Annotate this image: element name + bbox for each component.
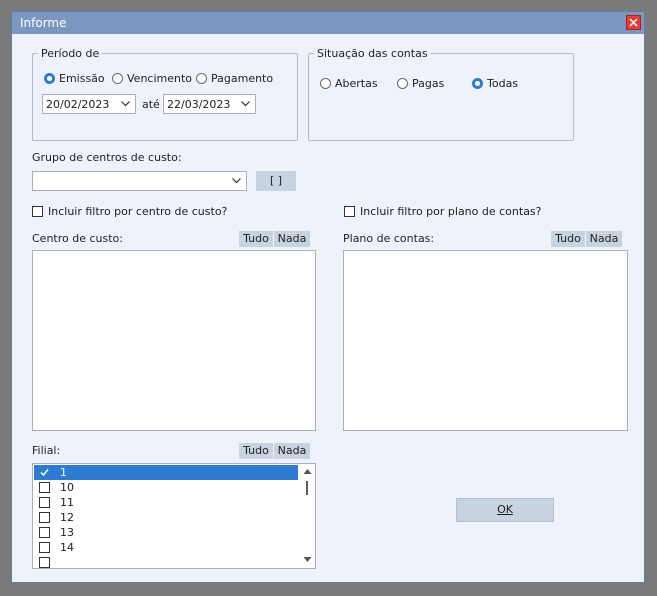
grupo-bracket-button[interactable]: [ ] xyxy=(256,171,296,191)
scrollbar-arrows-icon xyxy=(303,469,312,562)
filial-item-label: 11 xyxy=(60,496,74,509)
filtro-plano-label: Incluir filtro por plano de contas? xyxy=(360,205,542,218)
filial-checkbox[interactable] xyxy=(39,497,50,508)
radio-pagamento-label: Pagamento xyxy=(211,72,274,85)
filial-tudo-button[interactable]: Tudo xyxy=(239,443,273,459)
filial-item-label: 13 xyxy=(60,526,74,539)
radio-abertas-label: Abertas xyxy=(335,77,378,90)
plano-tudo-button[interactable]: Tudo xyxy=(551,231,585,247)
radio-todas-label: Todas xyxy=(487,77,519,90)
filial-checkbox[interactable] xyxy=(39,512,50,523)
radio-pagamento-indicator xyxy=(196,73,207,84)
grupo-select[interactable] xyxy=(32,171,247,191)
ok-button[interactable]: OK xyxy=(456,498,554,522)
filial-item-label: 14 xyxy=(60,541,74,554)
radio-pagas-label: Pagas xyxy=(412,77,445,90)
chevron-down-icon xyxy=(241,101,250,107)
filial-nada-button[interactable]: Nada xyxy=(274,443,310,459)
filial-row[interactable]: 13 xyxy=(34,525,298,540)
plano-contas-label: Plano de contas: xyxy=(343,232,435,245)
situacao-legend: Situação das contas xyxy=(317,47,428,60)
radio-pagas[interactable]: Pagas xyxy=(397,77,444,90)
filial-row[interactable]: 14 xyxy=(34,540,298,555)
radio-vencimento-label: Vencimento xyxy=(127,72,193,85)
date-from-picker[interactable]: 20/02/2023 xyxy=(42,94,136,114)
centro-custo-label: Centro de custo: xyxy=(32,232,123,245)
radio-pagamento[interactable]: Pagamento xyxy=(196,72,273,85)
radio-emissao[interactable]: Emissão xyxy=(44,72,105,85)
ate-label: até xyxy=(142,98,160,111)
filial-checkbox[interactable] xyxy=(39,542,50,553)
centro-nada-button[interactable]: Nada xyxy=(274,231,310,247)
close-button[interactable] xyxy=(626,15,641,30)
date-to-value: 22/03/2023 xyxy=(167,98,231,111)
window-title: Informe xyxy=(20,16,67,30)
centro-custo-list[interactable] xyxy=(32,250,316,431)
filtro-plano-box xyxy=(344,206,355,217)
filtro-plano-checkbox[interactable]: Incluir filtro por plano de contas? xyxy=(344,205,542,218)
filial-checkbox[interactable] xyxy=(39,557,50,568)
periodo-legend: Período de xyxy=(41,47,100,60)
filial-row[interactable]: 10 xyxy=(34,480,298,495)
grupo-label: Grupo de centros de custo: xyxy=(32,151,182,164)
filial-checkbox[interactable] xyxy=(39,467,50,478)
radio-todas-indicator xyxy=(472,78,483,89)
filial-item-label: 1 xyxy=(60,466,67,479)
filial-checkbox[interactable] xyxy=(39,482,50,493)
radio-emissao-label: Emissão xyxy=(59,72,105,85)
plano-nada-button[interactable]: Nada xyxy=(586,231,622,247)
filtro-centro-checkbox[interactable]: Incluir filtro por centro de custo? xyxy=(32,205,227,218)
checkmark-icon xyxy=(40,469,49,477)
title-bar[interactable]: Informe xyxy=(12,12,644,34)
radio-vencimento[interactable]: Vencimento xyxy=(112,72,192,85)
radio-emissao-indicator xyxy=(44,73,55,84)
filtro-centro-box xyxy=(32,206,43,217)
filial-scrollbar[interactable] xyxy=(301,465,314,567)
chevron-down-icon xyxy=(232,178,241,184)
report-dialog: Informe Período de Emissão Vencimento Pa… xyxy=(11,11,645,583)
filtro-centro-label: Incluir filtro por centro de custo? xyxy=(48,205,228,218)
chevron-down-icon xyxy=(121,101,130,107)
plano-contas-list[interactable] xyxy=(343,250,628,431)
filial-item-label: 12 xyxy=(60,511,74,524)
radio-pagas-indicator xyxy=(397,78,408,89)
filial-item-label: 10 xyxy=(60,481,74,494)
radio-vencimento-indicator xyxy=(112,73,123,84)
filial-row[interactable]: 1 xyxy=(34,465,298,480)
situacao-group: Situação das contas xyxy=(308,47,574,141)
close-icon xyxy=(629,18,638,27)
date-from-value: 20/02/2023 xyxy=(46,98,110,111)
radio-abertas[interactable]: Abertas xyxy=(320,77,378,90)
filial-row[interactable]: 11 xyxy=(34,495,298,510)
date-to-picker[interactable]: 22/03/2023 xyxy=(163,94,256,114)
filial-checkbox[interactable] xyxy=(39,527,50,538)
filial-row[interactable]: 12 xyxy=(34,510,298,525)
filial-list[interactable]: 1 10 11 12 13 14 xyxy=(32,463,316,569)
filial-row-partial[interactable] xyxy=(34,555,298,568)
centro-tudo-button[interactable]: Tudo xyxy=(239,231,273,247)
filial-label: Filial: xyxy=(32,444,61,457)
radio-abertas-indicator xyxy=(320,78,331,89)
radio-todas[interactable]: Todas xyxy=(472,77,518,90)
